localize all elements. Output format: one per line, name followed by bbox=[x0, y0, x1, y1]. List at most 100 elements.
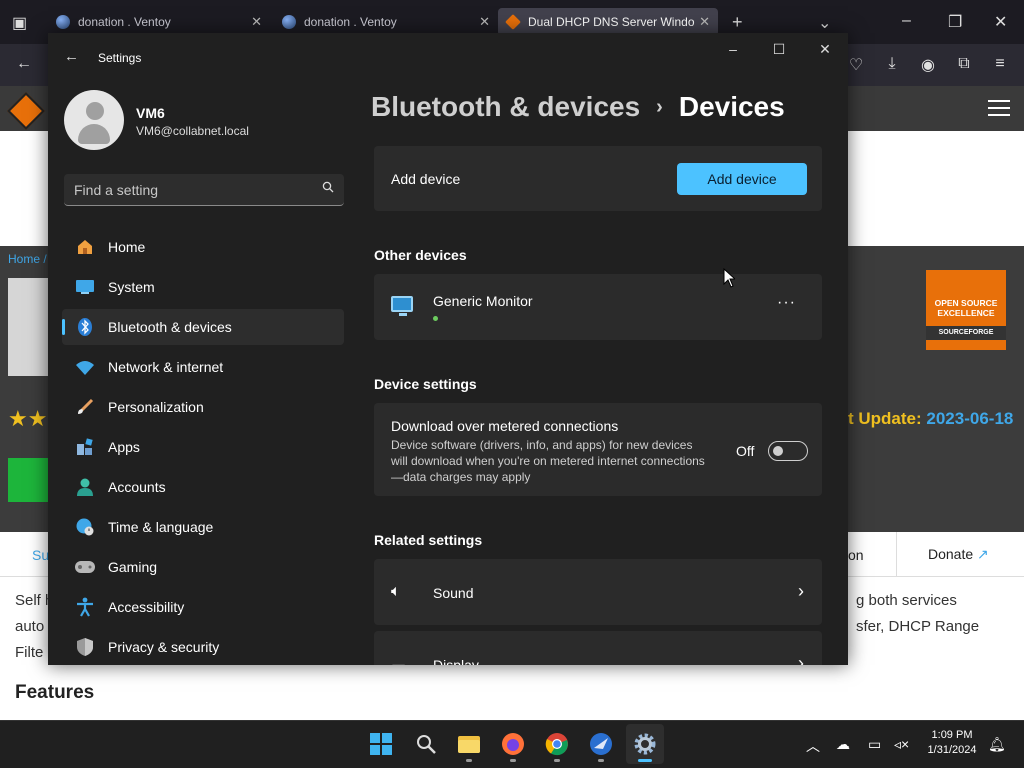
related-item-display[interactable]: ▭ Display › bbox=[374, 631, 822, 665]
sidebar-item-privacy-security[interactable]: Privacy & security bbox=[62, 629, 344, 665]
search-icon[interactable] bbox=[414, 732, 438, 756]
download-button[interactable] bbox=[8, 458, 48, 502]
search-input[interactable] bbox=[74, 174, 314, 205]
metered-connections-card: Download over metered connections Device… bbox=[374, 403, 822, 496]
sidebar-item-label: Gaming bbox=[108, 559, 158, 575]
features-heading: Features bbox=[15, 682, 95, 703]
clock-time: 1:09 PM bbox=[931, 729, 973, 741]
notifications-bell-icon[interactable]: 🔔︎ bbox=[988, 736, 1006, 753]
new-tab-button[interactable]: + bbox=[732, 12, 743, 33]
sidebar-item-label: Accessibility bbox=[108, 599, 185, 615]
last-update-label: t Update: bbox=[848, 409, 927, 428]
onedrive-icon[interactable]: ☁ bbox=[836, 736, 850, 753]
description-text-right: sfer, DHCP Range bbox=[856, 618, 980, 635]
back-arrow-icon[interactable]: ← bbox=[14, 55, 34, 73]
maximize-browser-icon[interactable]: ❐ bbox=[948, 12, 962, 32]
sidebar-item-personalization[interactable]: Personalization bbox=[62, 389, 344, 425]
browser-tab-title: donation . Ventoy bbox=[78, 15, 171, 29]
file-explorer-icon[interactable] bbox=[457, 732, 481, 756]
volume-muted-icon[interactable]: ◃× bbox=[894, 736, 909, 753]
sidebar-item-system[interactable]: System bbox=[62, 269, 344, 305]
site-breadcrumb[interactable]: Home / bbox=[8, 252, 47, 266]
badge-line-2: EXCELLENCE bbox=[937, 308, 995, 318]
tab-list-icon[interactable]: ▣ bbox=[12, 13, 27, 33]
chevron-right-icon: › bbox=[798, 581, 804, 601]
related-item-label: Sound bbox=[433, 585, 474, 601]
documentation-tab-link[interactable]: on bbox=[848, 547, 864, 563]
browser-tab-1[interactable]: donation . Ventoy ✕ bbox=[56, 8, 262, 36]
settings-window: ← Settings – ☐ ✕ VM6 VM6@collabnet.local… bbox=[48, 33, 848, 665]
close-tab-icon[interactable]: ✕ bbox=[251, 14, 262, 30]
close-tab-icon[interactable]: ✕ bbox=[479, 14, 490, 30]
related-settings-heading: Related settings bbox=[374, 532, 483, 548]
device-row[interactable]: Generic Monitor ··· bbox=[374, 274, 822, 340]
search-icon[interactable] bbox=[322, 181, 334, 193]
badge-line-1: OPEN SOURCE bbox=[934, 298, 998, 308]
system-icon bbox=[74, 276, 96, 298]
ventoy-favicon-icon bbox=[282, 15, 296, 29]
description-text-right: g both services bbox=[856, 592, 957, 609]
chrome-icon[interactable] bbox=[545, 732, 569, 756]
tab-overflow-chevron-icon[interactable]: ⌄ bbox=[818, 13, 831, 33]
sidebar-item-bluetooth-devices[interactable]: Bluetooth & devices bbox=[62, 309, 344, 345]
browser-tab-2[interactable]: donation . Ventoy ✕ bbox=[282, 8, 490, 36]
sidebar-item-gaming[interactable]: Gaming bbox=[62, 549, 344, 585]
sidebar-item-label: Time & language bbox=[108, 519, 214, 535]
firefox-icon[interactable] bbox=[501, 732, 525, 756]
breadcrumb-parent[interactable]: Bluetooth & devices bbox=[371, 91, 640, 122]
taskbar-clock[interactable]: 1:09 PM 1/31/2024 bbox=[920, 728, 984, 758]
display-icon: ▭ bbox=[391, 657, 406, 665]
rating-stars-icon: ★★ bbox=[8, 406, 48, 431]
sidebar-item-accounts[interactable]: Accounts bbox=[62, 469, 344, 505]
sidebar-item-home[interactable]: Home bbox=[62, 229, 344, 265]
minimize-window-icon[interactable]: – bbox=[718, 41, 748, 57]
download-icon[interactable]: ⤓ bbox=[882, 55, 902, 73]
sidebar-item-label: Personalization bbox=[108, 399, 204, 415]
apps-icon bbox=[74, 436, 96, 458]
close-window-icon[interactable]: ✕ bbox=[810, 41, 840, 58]
sidebar-item-accessibility[interactable]: Accessibility bbox=[62, 589, 344, 625]
close-tab-icon[interactable]: ✕ bbox=[699, 14, 710, 30]
active-indicator bbox=[638, 759, 652, 762]
pocket-icon[interactable]: ♡ bbox=[846, 55, 866, 75]
thunderbird-icon[interactable] bbox=[589, 732, 613, 756]
add-device-button[interactable]: Add device bbox=[677, 163, 807, 195]
show-hidden-icons-chevron-icon[interactable]: ︿ bbox=[806, 736, 820, 756]
site-menu-icon[interactable] bbox=[988, 100, 1010, 116]
ventoy-favicon-icon bbox=[56, 15, 70, 29]
toggle-knob bbox=[773, 446, 783, 456]
close-browser-icon[interactable]: ✕ bbox=[994, 12, 1007, 32]
sidebar-item-apps[interactable]: Apps bbox=[62, 429, 344, 465]
sidebar-item-time-language[interactable]: Time & language bbox=[62, 509, 344, 545]
account-icon[interactable]: ◉ bbox=[918, 55, 938, 75]
gamepad-icon bbox=[74, 556, 96, 578]
related-item-sound[interactable]: 🔈︎ Sound › bbox=[374, 559, 822, 625]
browser-tab-3[interactable]: Dual DHCP DNS Server Windo ✕ bbox=[498, 8, 718, 36]
minimize-browser-icon[interactable]: – bbox=[902, 12, 911, 30]
more-options-button[interactable]: ··· bbox=[777, 294, 796, 312]
running-indicator bbox=[554, 759, 560, 762]
donate-tab-link[interactable]: Donate ↗ bbox=[928, 546, 989, 563]
maximize-window-icon[interactable]: ☐ bbox=[764, 41, 794, 58]
settings-gear-icon[interactable] bbox=[633, 732, 657, 756]
metered-title: Download over metered connections bbox=[391, 418, 619, 434]
mouse-cursor-icon bbox=[723, 268, 735, 288]
back-arrow-icon[interactable]: ← bbox=[64, 48, 79, 65]
breadcrumb-current: Devices bbox=[678, 91, 785, 122]
sidebar-item-label: Apps bbox=[108, 439, 140, 455]
network-icon[interactable]: ▭ bbox=[868, 736, 881, 753]
start-button-icon[interactable] bbox=[369, 732, 393, 756]
menu-icon[interactable]: ≡ bbox=[990, 55, 1010, 73]
chevron-right-icon: › bbox=[798, 653, 804, 665]
metered-toggle[interactable] bbox=[768, 441, 808, 461]
sidebar-item-network[interactable]: Network & internet bbox=[62, 349, 344, 385]
last-update-date: 2023-06-18 bbox=[926, 409, 1014, 428]
avatar[interactable] bbox=[64, 90, 124, 150]
device-status-dot bbox=[433, 316, 438, 321]
shield-icon bbox=[74, 636, 96, 658]
sidebar-item-label: Accounts bbox=[108, 479, 166, 495]
support-tab-link[interactable]: Su bbox=[32, 547, 49, 563]
home-icon bbox=[74, 236, 96, 258]
extensions-icon[interactable]: ⧉ bbox=[954, 55, 974, 73]
project-screenshot-image[interactable] bbox=[8, 278, 48, 376]
